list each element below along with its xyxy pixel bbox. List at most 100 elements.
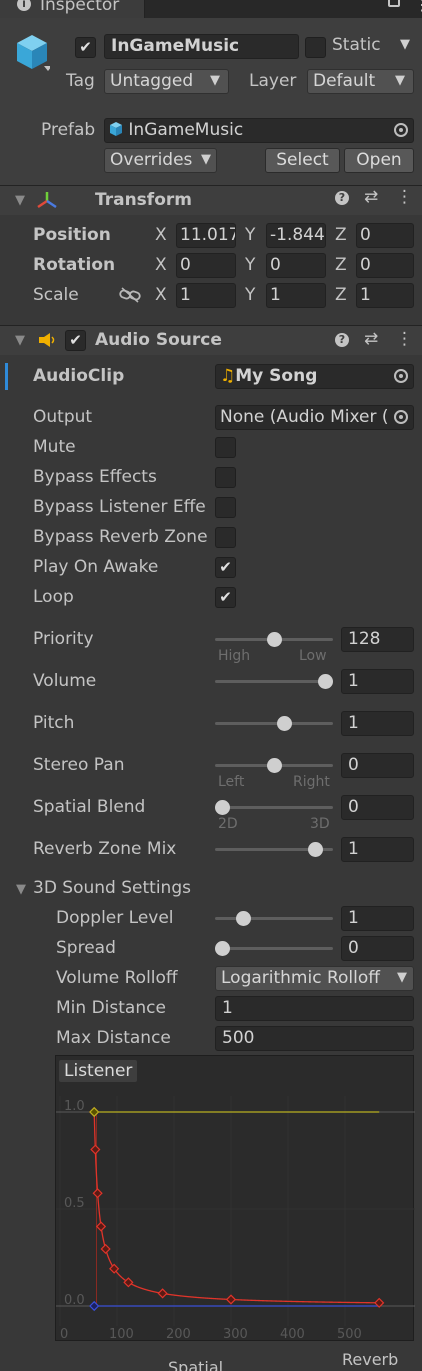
stereo-pan-field[interactable]: 0 [341,753,414,778]
spatial-max-label: 3D [310,816,330,832]
spread-slider[interactable] [215,939,333,959]
pitch-slider[interactable] [215,714,333,734]
scale-x-field[interactable]: 1 [176,283,236,308]
volume-field[interactable]: 1 [341,669,414,694]
output-value: None (Audio Mixer ( [220,407,389,427]
menu-icon[interactable]: ⋮ [414,0,422,14]
reverb-zone-mix-field[interactable]: 1 [341,837,414,862]
object-picker-icon[interactable] [394,123,408,137]
layer-label: Layer [249,71,297,91]
foldout-arrow-icon[interactable]: ▼ [16,882,26,897]
foldout-arrow-icon[interactable]: ▼ [15,193,25,208]
slider-thumb[interactable] [266,632,282,647]
audioclip-field[interactable]: ♫My Song [215,364,414,389]
position-y-field[interactable]: -1.844 [266,223,326,248]
object-picker-icon[interactable] [394,410,408,424]
min-distance-label: Min Distance [56,998,166,1018]
presets-icon[interactable]: ⇄ [364,187,378,207]
spatial-blend-label: Spatial Blend [33,797,146,817]
rotation-y-field[interactable]: 0 [266,253,326,278]
spatial-blend-field[interactable]: 0 [341,795,414,820]
tag-dropdown[interactable]: Untagged ▼ [104,69,229,94]
output-field[interactable]: None (Audio Mixer ( [215,405,414,430]
volume-key-point [123,1277,134,1288]
slider-thumb[interactable] [318,674,333,689]
position-x-field[interactable]: 11.017 [176,223,236,248]
stereo-pan-slider[interactable] [215,756,333,776]
min-distance-field[interactable]: 1 [215,996,414,1021]
slider-track[interactable] [215,917,333,920]
3d-sound-settings-title[interactable]: 3D Sound Settings [33,878,191,898]
rolloff-curve-canvas[interactable]: 1.0 0.5 0.0 0 100 200 300 400 500 [56,1056,415,1342]
scale-y-field[interactable]: 1 [266,283,326,308]
volume-slider[interactable] [215,672,333,692]
prefab-select-button[interactable]: Select [265,148,340,173]
slider-thumb[interactable] [266,758,282,773]
rotation-x-field[interactable]: 0 [176,253,236,278]
gameobject-active-checkbox[interactable]: ✔ [75,37,96,58]
slider-thumb[interactable] [235,911,251,926]
doppler-level-field[interactable]: 1 [341,906,414,931]
component-menu-icon[interactable]: ⋮ [396,187,413,207]
spread-field[interactable]: 0 [341,936,414,961]
chevron-down-icon: ▼ [210,73,220,88]
gameobject-name-field[interactable]: InGameMusic [104,34,299,59]
static-checkbox[interactable] [305,37,326,58]
max-distance-field[interactable]: 500 [215,1026,414,1051]
overrides-dropdown[interactable]: Overrides ▼ [104,148,217,173]
reverb-zone-mix-slider[interactable] [215,840,333,860]
transform-header[interactable] [0,185,422,215]
presets-icon[interactable]: ⇄ [364,329,378,349]
slider-thumb[interactable] [276,716,292,731]
priority-slider[interactable] [215,630,333,650]
doppler-level-slider[interactable] [215,909,333,929]
help-icon[interactable]: ? [335,333,349,347]
static-dropdown-arrow-icon[interactable]: ▼ [400,37,410,52]
bypass-effects-checkbox[interactable] [215,467,236,488]
inspector-tab[interactable]: i Inspector [0,0,145,18]
spatial-key-point [89,1106,100,1118]
link-icon[interactable] [119,287,141,303]
bypass-listener-checkbox[interactable] [215,497,236,518]
pitch-field[interactable]: 1 [341,711,414,736]
volume-key-point [100,1243,111,1255]
priority-min-label: High [218,648,251,664]
mute-checkbox[interactable] [215,437,236,458]
audio-source-enabled-checkbox[interactable]: ✔ [65,330,86,351]
gameobject-cube-icon[interactable] [14,32,50,74]
play-on-awake-checkbox[interactable]: ✔ [215,557,236,578]
scale-label: Scale [33,285,79,305]
layer-dropdown[interactable]: Default ▼ [307,69,414,94]
slider-track[interactable] [215,947,333,950]
audioclip-label: AudioClip [33,366,125,386]
loop-checkbox[interactable]: ✔ [215,587,236,608]
slider-track[interactable] [215,722,333,725]
bypass-reverb-checkbox[interactable] [215,527,236,548]
modified-indicator [5,363,8,390]
help-icon[interactable]: ? [335,191,349,205]
component-menu-icon[interactable]: ⋮ [396,329,413,349]
rotation-z-label: Z [335,255,347,275]
scale-z-field[interactable]: 1 [356,283,414,308]
slider-thumb[interactable] [215,941,230,956]
transform-icon [37,192,57,209]
prefab-open-button[interactable]: Open [344,148,414,173]
priority-field[interactable]: 128 [341,627,414,652]
volume-rolloff-dropdown[interactable]: Logarithmic Rolloff ▼ [215,966,414,991]
slider-thumb[interactable] [215,800,230,815]
chevron-down-icon: ▼ [397,970,407,985]
position-z-field[interactable]: 0 [356,223,414,248]
rotation-z-field[interactable]: 0 [356,253,414,278]
object-picker-icon[interactable] [394,369,408,383]
listener-label: Listener [59,1060,138,1082]
volume-label: Volume [33,671,97,691]
prefab-field[interactable]: InGameMusic [104,118,414,143]
stereo-pan-label: Stereo Pan [33,755,125,775]
lock-icon[interactable] [388,0,400,7]
foldout-arrow-icon[interactable]: ▼ [15,333,25,348]
rolloff-graph[interactable]: 1.0 0.5 0.0 0 100 200 300 400 500 Listener [55,1055,415,1342]
spatial-blend-slider[interactable] [215,798,333,818]
slider-thumb[interactable] [307,842,323,857]
slider-track[interactable] [215,680,333,683]
slider-track[interactable] [215,806,333,809]
